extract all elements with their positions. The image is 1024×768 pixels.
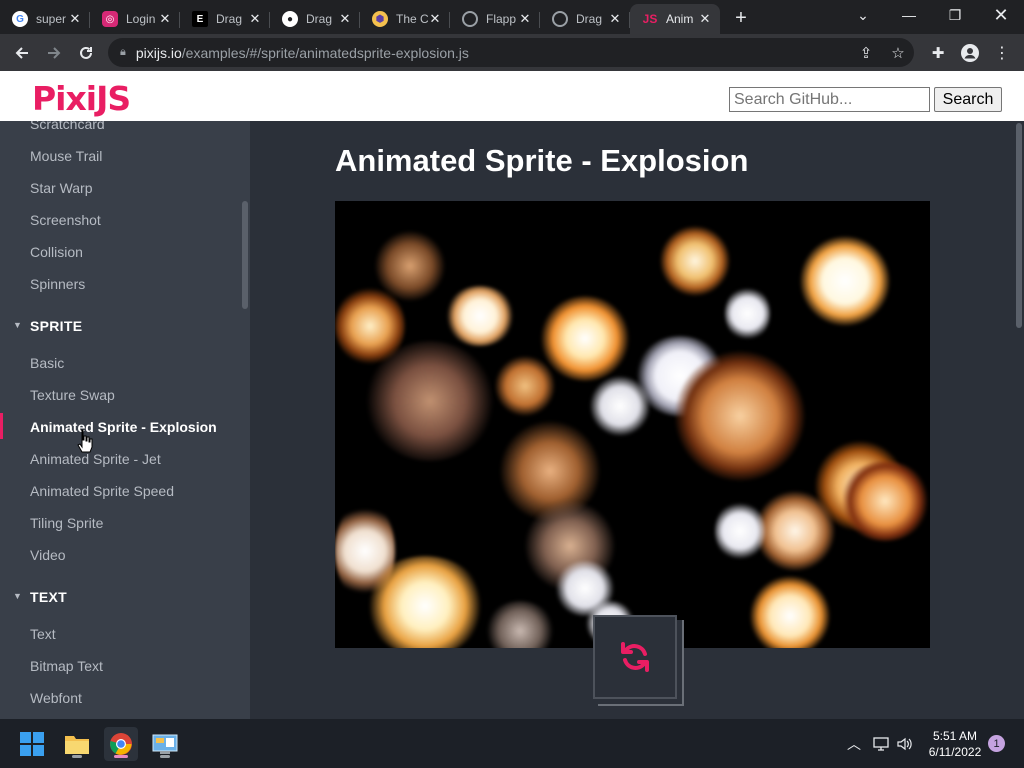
site-header: PixiJS Search — [0, 71, 1024, 121]
windows-taskbar: ︿ 5:51 AM 6/11/2022 — [0, 719, 1024, 768]
sidebar-item-screenshot[interactable]: Screenshot — [30, 212, 101, 228]
forward-button[interactable] — [38, 37, 70, 69]
volume-icon[interactable] — [894, 719, 916, 768]
bookmark-star-icon[interactable]: ☆ — [882, 34, 914, 71]
e-icon: E — [192, 11, 208, 27]
refresh-icon — [621, 642, 649, 672]
tab-title: Login — [126, 12, 156, 26]
tab-title: Flapp — [486, 12, 517, 26]
menu-kebab-icon[interactable]: ⋮ — [986, 34, 1018, 71]
tab-drag-globe[interactable]: Drag ✕ — [540, 4, 630, 34]
sidebar-item-animated-sprite-explosion[interactable]: Animated Sprite - Explosion — [30, 419, 217, 435]
close-tab-icon[interactable]: ✕ — [338, 11, 352, 27]
tab-drag-e[interactable]: E Drag ✕ — [180, 4, 270, 34]
tab-animated-sprite[interactable]: JS Anim ✕ — [630, 4, 720, 34]
tab-google[interactable]: G super ✕ — [0, 4, 90, 34]
sidebar-item-animated-sprite-speed[interactable]: Animated Sprite Speed — [30, 483, 174, 499]
minimize-button[interactable]: — — [886, 0, 932, 30]
close-tab-icon[interactable]: ✕ — [608, 11, 622, 27]
chrome-taskbar-icon[interactable] — [104, 727, 138, 761]
clock-time: 5:51 AM — [932, 729, 978, 743]
tab-title: The C — [396, 12, 428, 26]
back-button[interactable] — [6, 37, 38, 69]
sidebar-item-bitmap-text[interactable]: Bitmap Text — [30, 658, 103, 674]
tab-title: Anim — [666, 12, 694, 26]
github-icon: ● — [282, 11, 298, 27]
pixi-canvas[interactable] — [335, 201, 930, 648]
browser-toolbar: 🔒︎ pixijs.io/examples/#/sprite/animateds… — [0, 34, 1024, 71]
main-content: Animated Sprite - Explosion — [250, 121, 1024, 719]
sidebar-item-scratchcard[interactable]: Scratchcard — [30, 121, 105, 132]
tab-title: Drag — [216, 12, 243, 26]
clock-date: 6/11/2022 — [928, 745, 982, 759]
chevron-up-icon[interactable]: ︿ — [844, 719, 864, 768]
share-icon[interactable]: ⇪ — [850, 34, 882, 71]
windows-start-icon[interactable] — [15, 727, 49, 761]
running-indicator — [160, 755, 170, 758]
lock-icon: 🔒︎ — [120, 46, 126, 58]
system-clock[interactable]: 5:51 AM 6/11/2022 — [925, 728, 985, 760]
main-scrollbar[interactable] — [1016, 123, 1022, 328]
sidebar-section-sprite[interactable]: SPRITE — [30, 318, 82, 334]
tab-title: Drag — [306, 12, 333, 26]
globe-icon — [462, 11, 478, 27]
search-github-input[interactable] — [729, 87, 930, 112]
active-indicator — [0, 413, 3, 439]
close-tab-icon[interactable]: ✕ — [158, 11, 172, 27]
caret-down-icon[interactable]: ▼ — [13, 591, 22, 601]
tab-title: Drag — [576, 12, 603, 26]
sidebar-scrollbar[interactable] — [242, 201, 248, 309]
tab-drag-github[interactable]: ● Drag ✕ — [270, 4, 360, 34]
new-tab-button[interactable]: + — [726, 3, 756, 33]
reload-button[interactable] — [70, 37, 102, 69]
sidebar-item-text[interactable]: Text — [30, 626, 56, 642]
globe-icon — [552, 11, 568, 27]
pixijs-icon: JS — [642, 12, 658, 26]
file-explorer-icon[interactable] — [60, 727, 94, 761]
profile-avatar-icon[interactable] — [954, 34, 986, 71]
sidebar-item-basic[interactable]: Basic — [30, 355, 64, 371]
sidebar-item-webfont[interactable]: Webfont — [30, 690, 82, 706]
sidebar-item-collision[interactable]: Collision — [30, 244, 83, 260]
active-indicator — [114, 755, 128, 758]
close-tab-icon[interactable]: ✕ — [428, 11, 442, 27]
url-host: pixijs.io — [135, 44, 182, 61]
sidebar-item-texture-swap[interactable]: Texture Swap — [30, 387, 115, 403]
sidebar-section-text[interactable]: TEXT — [30, 589, 67, 605]
sidebar-item-mouse-trail[interactable]: Mouse Trail — [30, 148, 102, 164]
notification-badge[interactable]: 1 — [988, 735, 1005, 752]
running-indicator — [72, 755, 82, 758]
close-tab-icon[interactable]: ✕ — [68, 11, 82, 27]
google-icon: G — [12, 11, 28, 27]
sidebar-item-animated-sprite-jet[interactable]: Animated Sprite - Jet — [30, 451, 161, 467]
sidebar-item-star-warp[interactable]: Star Warp — [30, 180, 93, 196]
hand-cursor-icon — [77, 429, 93, 453]
tab-flapp[interactable]: Flapp ✕ — [450, 4, 540, 34]
tab-search-chevron-icon[interactable]: ⌄ — [840, 0, 886, 30]
tab-the-c[interactable]: ⬢ The C ✕ — [360, 4, 450, 34]
search-button[interactable]: Search — [934, 87, 1002, 112]
extensions-puzzle-icon[interactable]: ✚ — [922, 34, 954, 71]
close-window-button[interactable]: ✕ — [978, 0, 1024, 30]
control-panel-icon[interactable] — [148, 727, 182, 761]
pixijs-logo[interactable]: PixiJS — [32, 79, 131, 118]
instagram-icon: ◎ — [102, 11, 118, 27]
sidebar-item-video[interactable]: Video — [30, 547, 66, 563]
sidebar-item-tiling-sprite[interactable]: Tiling Sprite — [30, 515, 103, 531]
close-tab-icon[interactable]: ✕ — [248, 11, 262, 27]
tab-title: super — [36, 12, 67, 26]
examples-sidebar: Scratchcard Mouse Trail Star Warp Screen… — [0, 121, 250, 719]
reload-example-button[interactable] — [593, 615, 677, 699]
sidebar-item-spinners[interactable]: Spinners — [30, 276, 85, 292]
tab-instagram[interactable]: ◎ Login ✕ — [90, 4, 180, 34]
close-tab-icon[interactable]: ✕ — [518, 11, 532, 27]
close-tab-icon[interactable]: ✕ — [698, 11, 712, 27]
hexagon-icon: ⬢ — [372, 11, 388, 27]
page-title: Animated Sprite - Explosion — [335, 143, 749, 178]
address-bar[interactable]: 🔒︎ pixijs.io/examples/#/sprite/animateds… — [108, 38, 914, 67]
network-icon[interactable] — [870, 719, 892, 768]
restore-button[interactable]: ❐ — [932, 0, 978, 30]
caret-down-icon[interactable]: ▼ — [13, 320, 22, 330]
url-path: /examples/#/sprite/animatedsprite-explos… — [181, 44, 469, 61]
